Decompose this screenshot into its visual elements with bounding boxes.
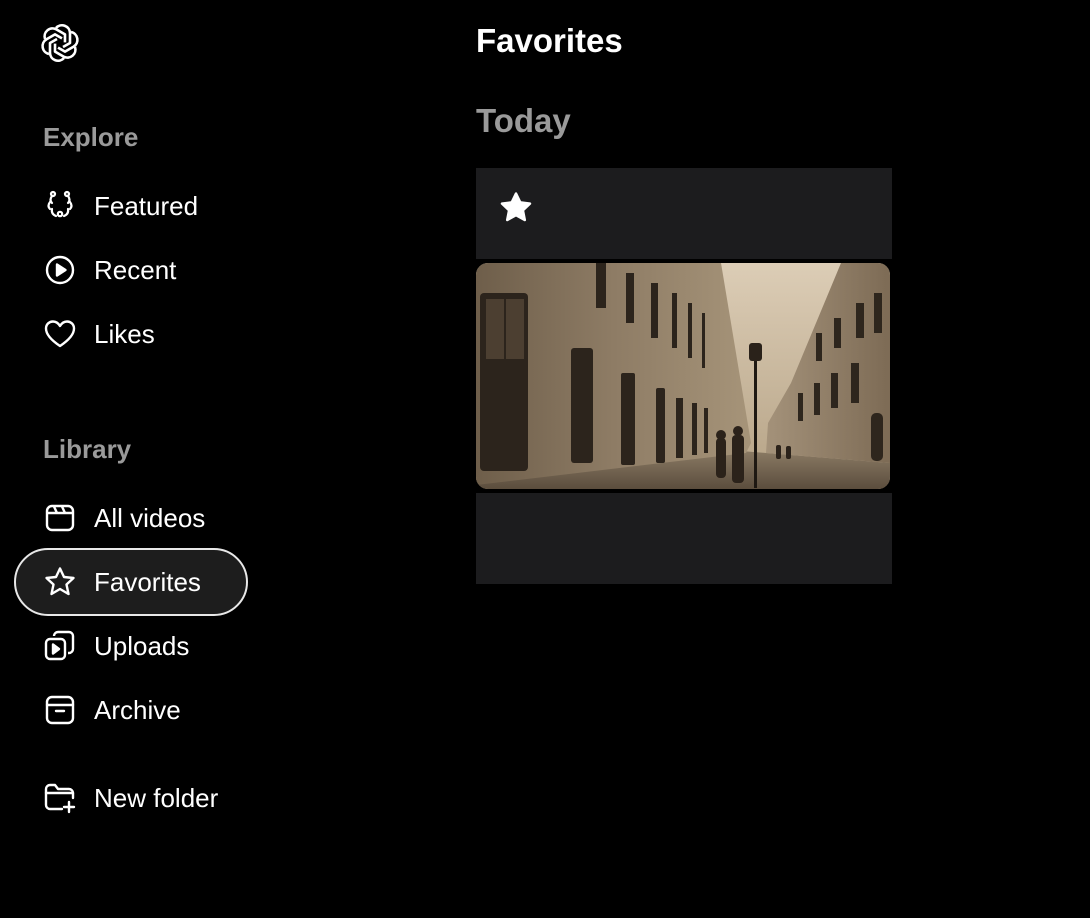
- sidebar-item-label: Recent: [94, 254, 177, 285]
- new-folder-label: New folder: [94, 782, 219, 813]
- sidebar-item-label: All videos: [94, 502, 206, 533]
- app-logo-icon[interactable]: [36, 20, 84, 66]
- archive-icon: [42, 692, 78, 728]
- sidebar-item-label: Uploads: [94, 630, 190, 661]
- star-icon: [42, 564, 78, 600]
- laurel-icon: [42, 188, 78, 224]
- sidebar-item-recent[interactable]: Recent: [14, 236, 248, 304]
- sidebar-item-uploads[interactable]: Uploads: [14, 612, 248, 680]
- sidebar-item-all-videos[interactable]: All videos: [14, 484, 248, 552]
- sidebar-item-archive[interactable]: Archive: [14, 676, 248, 744]
- explore-section-label: Explore: [43, 122, 139, 152]
- sidebar-item-label: Favorites: [94, 566, 201, 597]
- video-card-header[interactable]: [476, 168, 892, 259]
- sidebar-item-label: Likes: [94, 318, 155, 349]
- clapperboard-icon: [42, 500, 78, 536]
- play-circle-icon: [42, 252, 78, 288]
- video-thumbnail[interactable]: [476, 263, 890, 489]
- sidebar-item-likes[interactable]: Likes: [14, 300, 248, 368]
- folder-plus-icon: [42, 780, 78, 816]
- library-section-label: Library: [43, 434, 132, 464]
- favorite-star-icon[interactable]: [498, 190, 534, 226]
- sidebar-item-featured[interactable]: Featured: [14, 172, 248, 240]
- sidebar-item-label: Archive: [94, 694, 181, 725]
- date-group-title: Today: [476, 102, 571, 139]
- page-title: Favorites: [476, 22, 623, 59]
- uploads-icon: [42, 628, 78, 664]
- video-card-footer[interactable]: [476, 493, 892, 584]
- heart-icon: [42, 316, 78, 352]
- sidebar-item-favorites[interactable]: Favorites: [14, 548, 248, 616]
- new-folder-button[interactable]: New folder: [14, 764, 248, 832]
- sidebar-item-label: Featured: [94, 190, 199, 221]
